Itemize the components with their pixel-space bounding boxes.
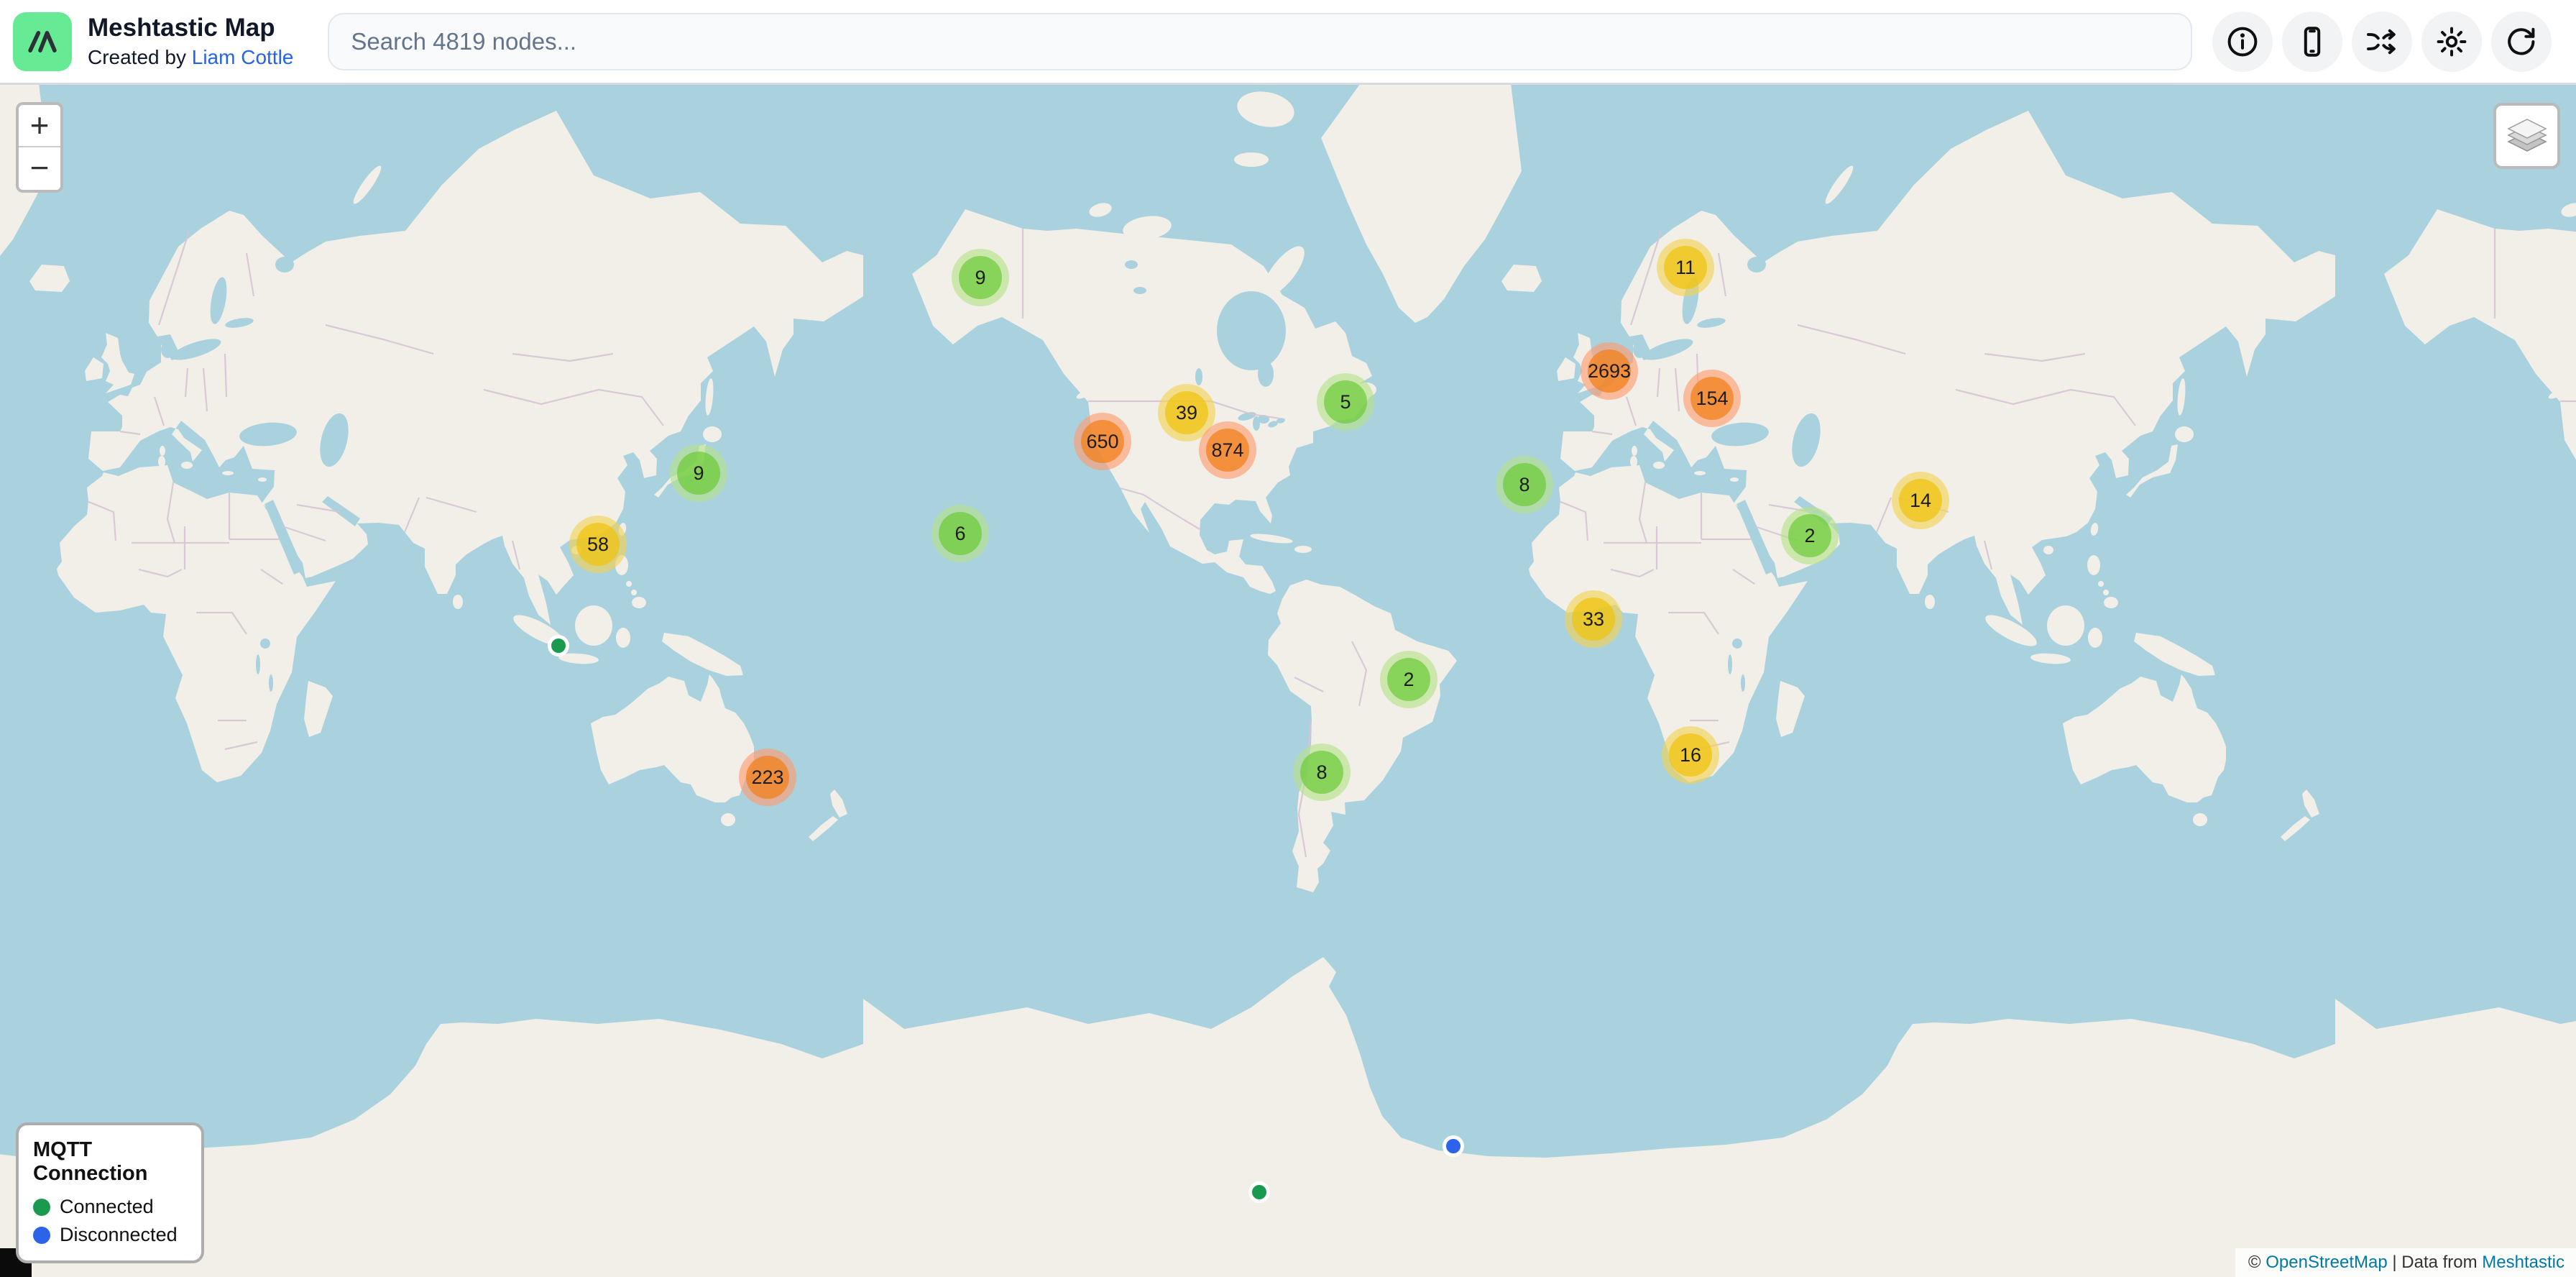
meshtastic-link[interactable]: Meshtastic [2482, 1253, 2564, 1272]
smartphone-icon [2295, 24, 2329, 59]
gear-icon [2434, 24, 2469, 59]
cluster-marker[interactable]: 16 [1662, 726, 1719, 784]
zoom-control: + − [16, 102, 63, 193]
mqtt-legend: MQTT Connection Connected Disconnected [16, 1122, 204, 1263]
node-dot-disconnected[interactable] [1443, 1135, 1464, 1157]
node-dot-connected[interactable] [1248, 1181, 1270, 1203]
openstreetmap-link[interactable]: OpenStreetMap [2266, 1253, 2387, 1272]
legend-rows: Connected Disconnected [33, 1196, 187, 1246]
cluster-marker[interactable]: 33 [1565, 590, 1622, 648]
cluster-marker[interactable]: 154 [1683, 370, 1741, 427]
meshtastic-logo-icon [13, 12, 72, 71]
legend-title: MQTT Connection [33, 1138, 187, 1186]
copyright-text: © [2248, 1253, 2266, 1272]
layers-control[interactable] [2493, 103, 2560, 169]
map[interactable]: 911269315465039874595868214332168223 + −… [0, 85, 2576, 1277]
legend-dot-icon [33, 1199, 50, 1216]
legend-item: Connected [33, 1196, 187, 1218]
cluster-marker[interactable]: 650 [1074, 413, 1131, 470]
legend-item: Disconnected [33, 1224, 187, 1246]
created-by-prefix: Created by [88, 46, 192, 68]
node-dot-connected[interactable] [548, 635, 569, 656]
cluster-marker[interactable]: 2693 [1581, 342, 1638, 400]
device-button[interactable] [2282, 12, 2342, 72]
attribution: © OpenStreetMap | Data from Meshtastic [2235, 1248, 2576, 1277]
refresh-icon [2504, 24, 2539, 59]
cluster-marker[interactable]: 6 [932, 505, 989, 562]
cluster-marker[interactable]: 223 [739, 749, 796, 806]
legend-dot-icon [33, 1227, 50, 1244]
refresh-button[interactable] [2491, 12, 2552, 72]
title-block: Meshtastic Map Created by Liam Cottle [88, 14, 293, 68]
page-title: Meshtastic Map [88, 14, 293, 42]
world-map [0, 85, 2576, 1277]
layers-icon [2506, 115, 2549, 157]
cluster-marker[interactable]: 9 [952, 249, 1009, 306]
settings-button[interactable] [2421, 12, 2482, 72]
zoom-in-button[interactable]: + [19, 105, 60, 147]
info-button[interactable] [2212, 12, 2273, 72]
info-icon [2225, 24, 2260, 59]
attribution-middle: | Data from [2388, 1253, 2483, 1272]
created-by: Created by Liam Cottle [88, 46, 293, 69]
shuffle-button[interactable] [2352, 12, 2412, 72]
shuffle-icon [2365, 24, 2399, 59]
legend-label: Disconnected [60, 1224, 178, 1246]
zoom-out-button[interactable]: − [19, 147, 60, 190]
cluster-marker[interactable]: 8 [1496, 456, 1553, 513]
cluster-marker[interactable]: 58 [569, 516, 627, 573]
top-bar: Meshtastic Map Created by Liam Cottle [0, 0, 2576, 85]
cluster-marker[interactable]: 874 [1199, 421, 1256, 479]
cluster-marker[interactable]: 14 [1892, 472, 1949, 529]
cluster-marker[interactable]: 2 [1380, 651, 1438, 708]
toolbar-buttons [2212, 12, 2552, 72]
cluster-marker[interactable]: 2 [1781, 507, 1839, 564]
cluster-marker[interactable]: 5 [1317, 373, 1374, 431]
search-input[interactable] [328, 13, 2192, 70]
legend-label: Connected [60, 1196, 154, 1218]
liam-cottle-link[interactable]: Liam Cottle [192, 46, 294, 68]
cluster-marker[interactable]: 8 [1293, 743, 1351, 801]
cluster-marker[interactable]: 9 [670, 444, 727, 502]
cluster-marker[interactable]: 11 [1657, 239, 1714, 296]
